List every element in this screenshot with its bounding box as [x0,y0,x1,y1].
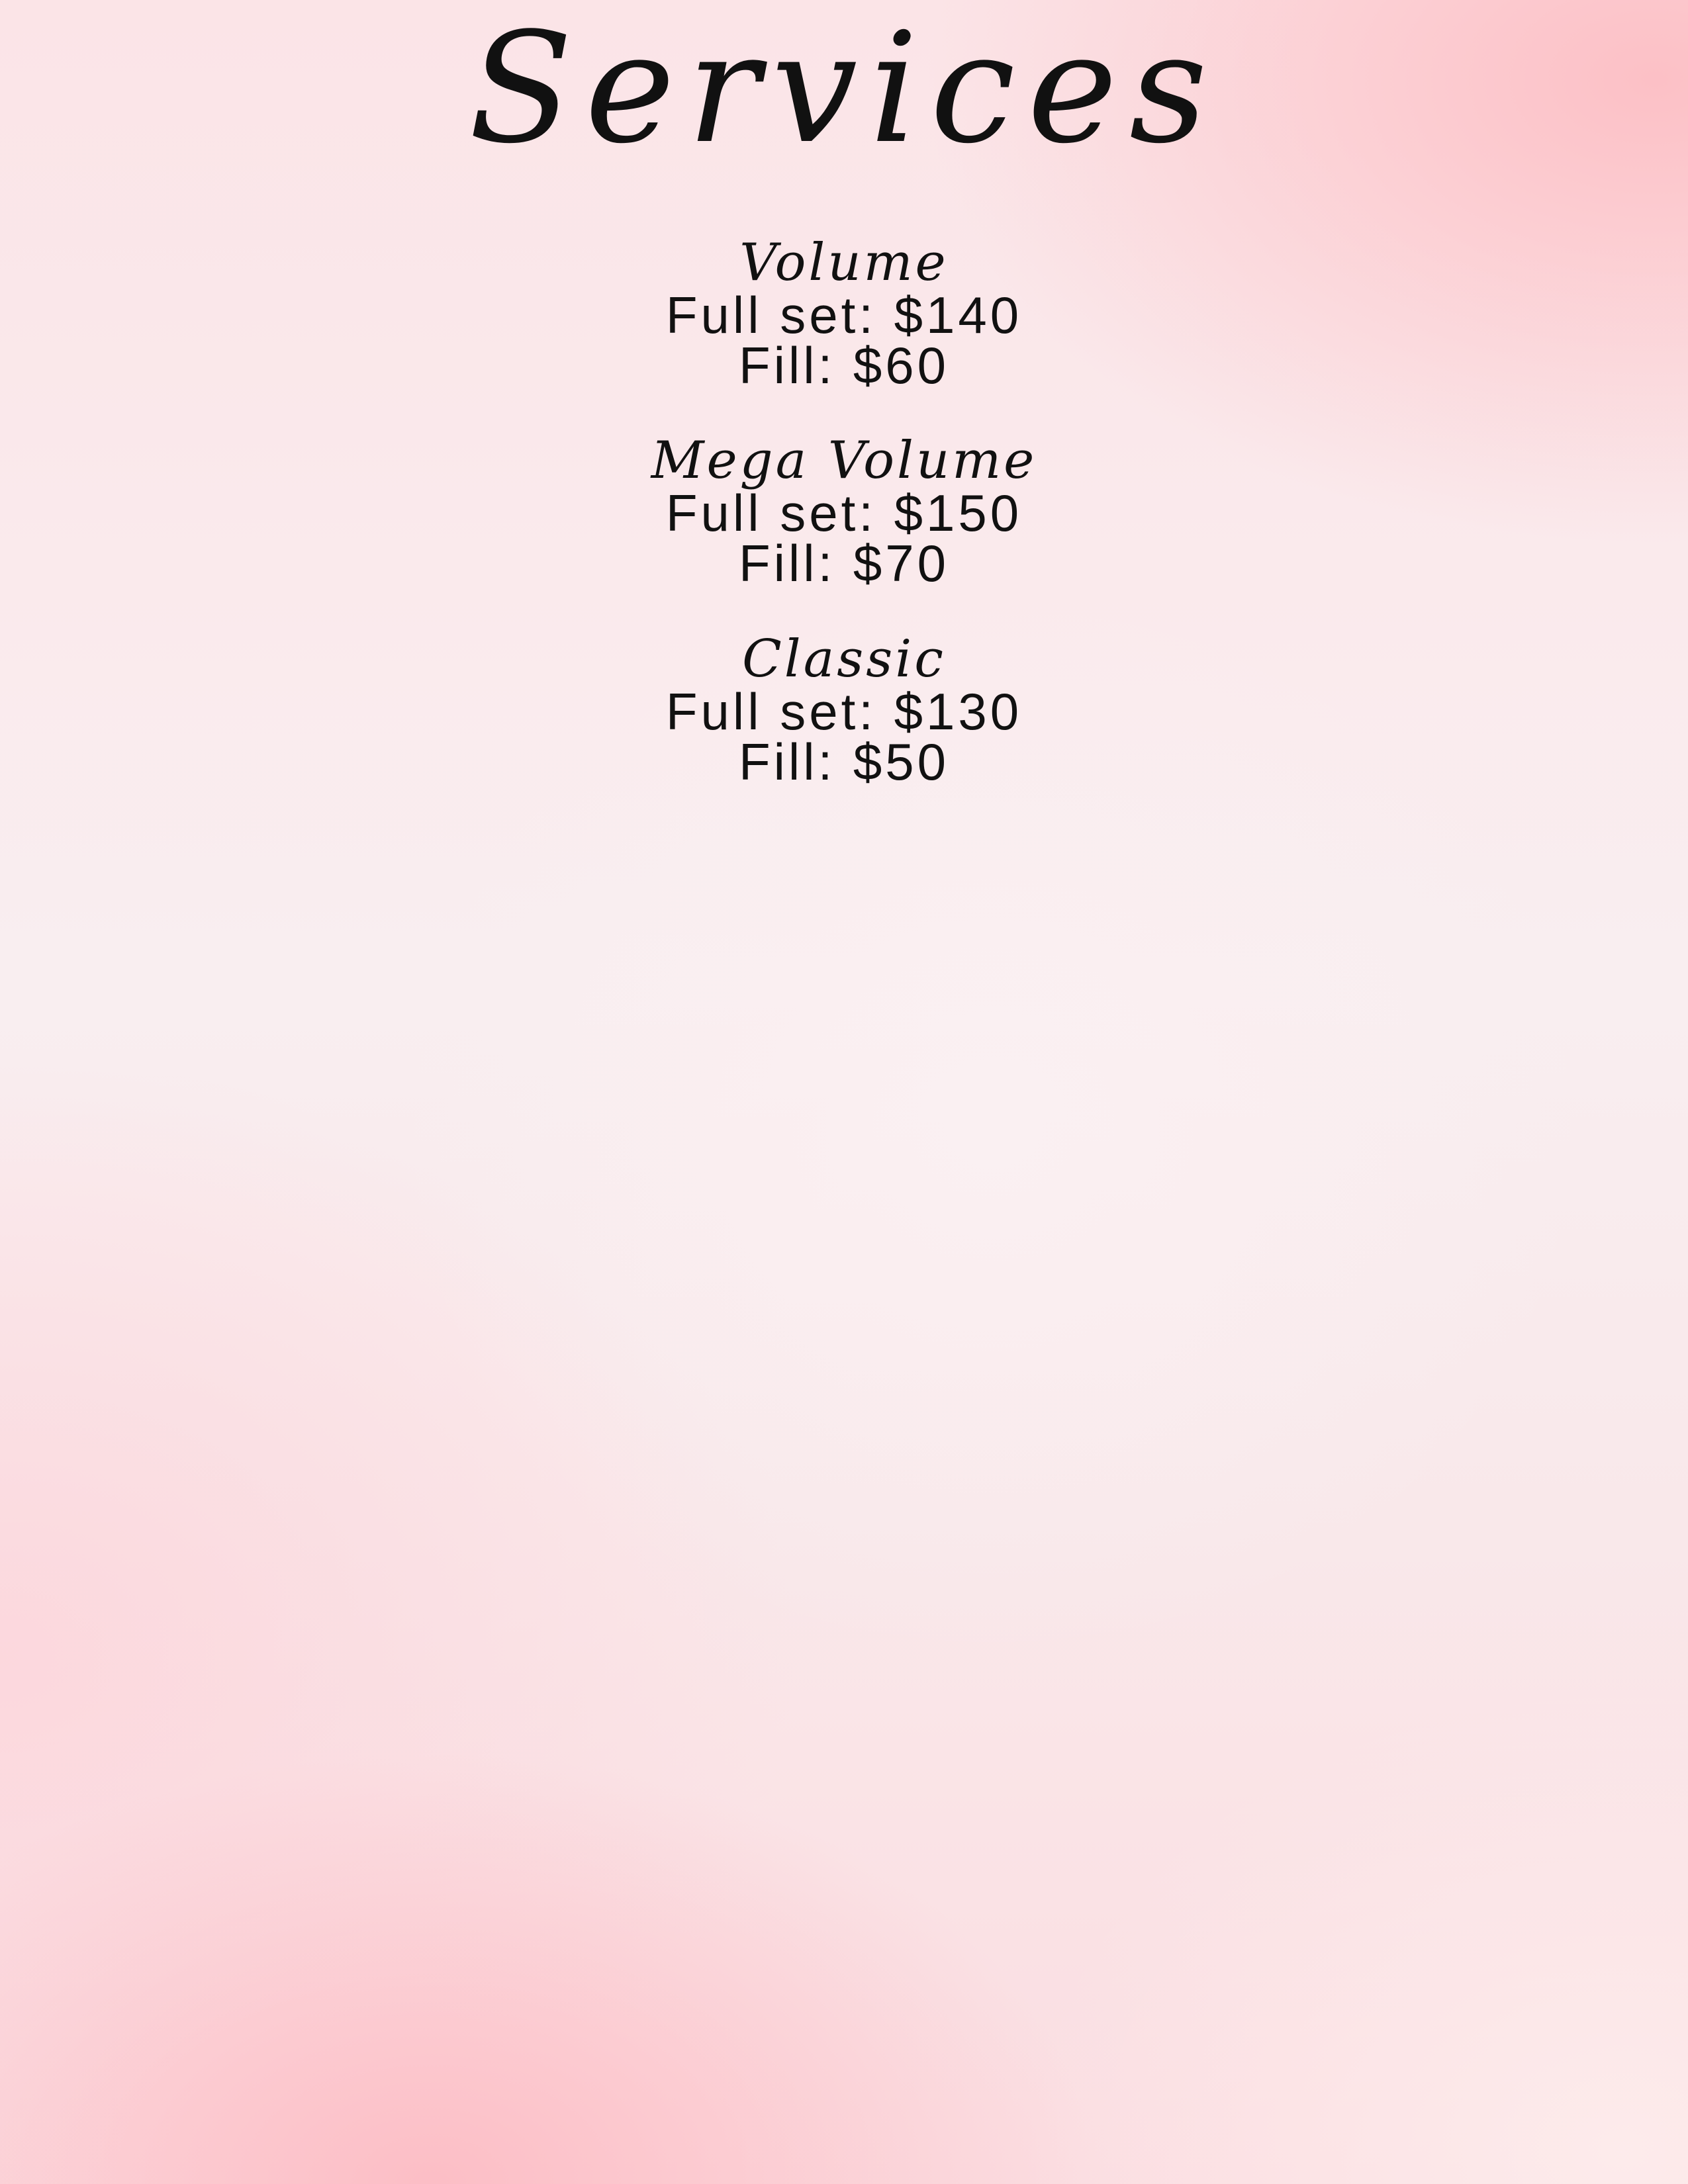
service-volume: Volume Full set: $140 Fill: $60 [0,233,1688,394]
service-classic: Classic Full set: $130 Fill: $50 [0,629,1688,791]
service-name: Mega Volume [651,431,1037,490]
full-set-price: Full set: $130 [665,682,1023,741]
full-set-price: Full set: $140 [665,286,1023,344]
page-title: Services [468,1,1220,177]
service-name: Volume [739,233,949,293]
service-name: Classic [742,629,946,689]
service-mega-volume: Mega Volume Full set: $150 Fill: $70 [0,431,1688,592]
fill-price: Fill: $50 [738,733,950,791]
fill-price: Fill: $60 [738,336,950,394]
services-page: Services Volume Full set: $140 Fill: $60… [0,0,1688,2184]
full-set-price: Full set: $150 [665,484,1023,542]
fill-price: Fill: $70 [738,534,950,592]
